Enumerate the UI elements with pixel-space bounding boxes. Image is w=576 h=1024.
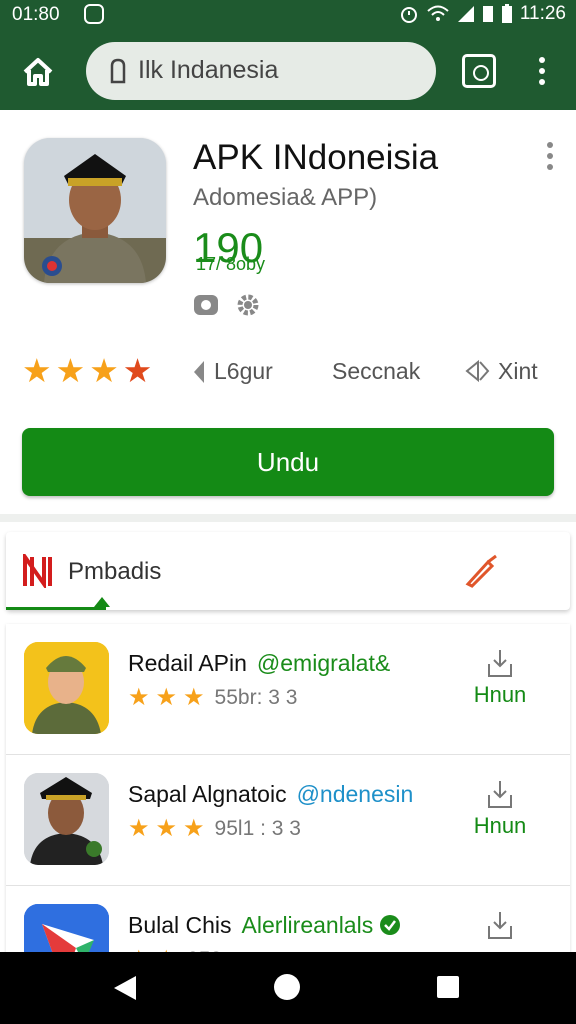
gear-icon bbox=[237, 294, 259, 316]
list-item[interactable]: Sapal Algnatoic @ndenesin ★ ★ ★ 95l1 : 3 3 … bbox=[6, 755, 570, 886]
pen-icon[interactable] bbox=[464, 552, 500, 588]
tab-indicator bbox=[6, 607, 106, 610]
wifi-icon bbox=[427, 5, 449, 21]
status-clock: 11:26 bbox=[519, 3, 566, 24]
meta-label: Seccnak bbox=[332, 358, 421, 384]
star-icon: ★ bbox=[155, 815, 178, 842]
app-tag: @emigralat& bbox=[256, 650, 391, 676]
system-nav-bar bbox=[0, 952, 576, 1024]
rating-text: 55br: 3 3 bbox=[214, 686, 298, 709]
person-thumbnail-icon bbox=[24, 642, 109, 734]
star-icon: ★ bbox=[55, 352, 86, 389]
meta-item-2[interactable]: Seccnak bbox=[332, 358, 420, 385]
arrow-logo-icon bbox=[24, 904, 109, 954]
rating-text: 95l1 : 3 3 bbox=[214, 817, 301, 840]
app-icon bbox=[24, 138, 166, 283]
star-icon: ★ bbox=[128, 815, 150, 842]
verified-icon bbox=[380, 915, 401, 935]
tab-bar: Pmbadis bbox=[6, 532, 570, 610]
camera-badge-icon bbox=[194, 295, 218, 315]
download-icon bbox=[488, 781, 512, 808]
url-bar[interactable]: Ilk Indanesia bbox=[86, 42, 436, 100]
app-list: Redail APin @emigralat& ★ ★ ★ 55br: 3 3 Hnu… bbox=[6, 624, 570, 954]
battery-icon bbox=[501, 4, 512, 23]
status-bar: 01:80 11:26 bbox=[0, 0, 576, 30]
app-score-sub: 17/ 8oby bbox=[196, 254, 266, 274]
tabs-button[interactable] bbox=[462, 54, 496, 88]
share-icon bbox=[465, 359, 490, 382]
list-item[interactable]: Redail APin @emigralat& ★ ★ ★ 55br: 3 3 Hnu… bbox=[6, 624, 570, 755]
app-rating: ★ ★ ★ 55br: 3 3 bbox=[128, 686, 297, 710]
home-button[interactable] bbox=[18, 52, 58, 92]
tab-label[interactable]: Pmbadis bbox=[68, 558, 161, 586]
lock-icon bbox=[110, 58, 126, 84]
download-button[interactable] bbox=[470, 910, 530, 944]
app-thumbnail bbox=[24, 773, 109, 865]
recents-button[interactable] bbox=[437, 976, 459, 998]
logo-icon bbox=[23, 554, 52, 588]
status-icons: 11:26 bbox=[398, 3, 566, 25]
star-icon: ★ bbox=[89, 352, 119, 389]
app-title: APK INdoneisia bbox=[193, 138, 439, 177]
app-name-text: Redail APin bbox=[128, 650, 247, 676]
app-tag: Alerlireanlals bbox=[241, 912, 374, 938]
app-name: Redail APin @emigralat& bbox=[128, 650, 390, 677]
signal-icon bbox=[457, 6, 474, 22]
home-icon bbox=[23, 58, 53, 86]
alarm-icon bbox=[400, 7, 417, 23]
app-name-text: Sapal Algnatoic bbox=[128, 781, 287, 807]
app-tag: @ndenesin bbox=[296, 781, 414, 807]
list-item[interactable]: Bulal ChisAlerlireanlals ★★ 053 bbox=[6, 886, 570, 954]
app-more-button[interactable] bbox=[546, 142, 554, 175]
star-icon: ★ bbox=[22, 352, 52, 389]
home-nav-button[interactable] bbox=[274, 974, 300, 1000]
person-thumbnail-icon bbox=[24, 773, 109, 865]
app-subtitle: Adomesia& APP) bbox=[193, 184, 378, 211]
download-icon bbox=[488, 650, 512, 677]
app-badges bbox=[193, 292, 261, 318]
meta-item-1[interactable]: L6gur bbox=[192, 358, 273, 385]
app-name-text: Bulal Chis bbox=[128, 912, 232, 938]
notification-icon bbox=[84, 4, 104, 24]
app-name: Sapal Algnatoic @ndenesin bbox=[128, 781, 413, 808]
tab-caret bbox=[94, 597, 110, 607]
install-button[interactable]: Undu bbox=[22, 428, 554, 496]
chevron-left-icon bbox=[194, 360, 204, 383]
back-button[interactable] bbox=[114, 976, 136, 1000]
app-thumbnail bbox=[24, 642, 109, 734]
rating-stars: ★ ★ ★ ★ bbox=[22, 354, 152, 387]
star-icon: ★ bbox=[155, 684, 178, 711]
rating-row: ★ ★ ★ ★ L6gur Seccnak Xint bbox=[22, 348, 562, 396]
app-rating: ★ ★ ★ 95l1 : 3 3 bbox=[128, 817, 301, 841]
app-name: Bulal Chis Alerlireanlals bbox=[128, 912, 401, 939]
sim-icon bbox=[482, 6, 493, 22]
url-text: Ilk Indanesia bbox=[138, 56, 279, 84]
download-button[interactable]: Hnun bbox=[470, 779, 530, 839]
star-icon: ★ bbox=[128, 684, 150, 711]
download-label: Hnun bbox=[473, 813, 527, 838]
status-time: 01:80 bbox=[12, 4, 60, 25]
meta-label: Xint bbox=[498, 358, 538, 384]
star-icon: ★ bbox=[183, 815, 205, 842]
download-label: Hnun bbox=[473, 682, 527, 707]
download-button[interactable]: Hnun bbox=[470, 648, 530, 708]
browser-toolbar: Ilk Indanesia bbox=[0, 30, 576, 110]
star-icon: ★ bbox=[183, 684, 205, 711]
browser-menu-button[interactable] bbox=[532, 54, 552, 90]
download-icon bbox=[488, 912, 512, 939]
person-portrait-icon bbox=[24, 138, 166, 283]
app-thumbnail bbox=[24, 904, 109, 954]
meta-item-3[interactable]: Xint bbox=[464, 358, 538, 385]
app-header-card: APK INdoneisia Adomesia& APP) 190 17/ 8o… bbox=[0, 112, 576, 522]
star-icon: ★ bbox=[122, 352, 153, 389]
meta-label: L6gur bbox=[214, 358, 273, 384]
